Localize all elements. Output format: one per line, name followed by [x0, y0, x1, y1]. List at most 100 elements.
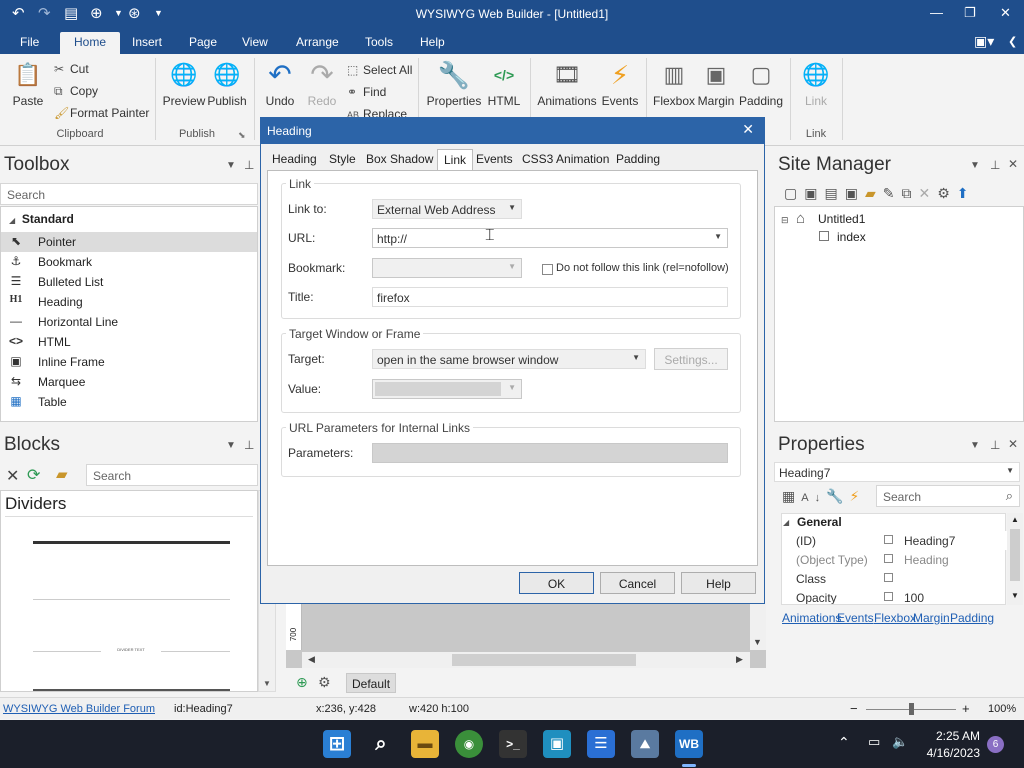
animations-button[interactable]: 🎞 Animations: [536, 58, 598, 108]
page-tab-default[interactable]: Default: [346, 673, 397, 693]
dialog-title-bar[interactable]: Heading: [261, 118, 764, 144]
divider-sample-bottom[interactable]: [33, 689, 230, 691]
canvas-vscrollbar[interactable]: ▼: [750, 604, 766, 650]
events-lightning-icon[interactable]: ⚡: [850, 488, 866, 504]
categorized-icon[interactable]: ▦: [782, 488, 801, 504]
parameters-input[interactable]: [372, 443, 728, 463]
menu-tools[interactable]: Tools: [365, 35, 393, 49]
toolbox-item-heading[interactable]: H1 Heading: [1, 292, 257, 312]
cut-button[interactable]: ✂ Cut: [54, 62, 89, 76]
property-row-object-type[interactable]: (Object Type) Heading: [794, 550, 1009, 569]
tray-chevron-icon[interactable]: ⌃: [838, 734, 850, 751]
ok-button[interactable]: OK: [519, 572, 594, 594]
toolbox-item-inline-frame[interactable]: ▣ Inline Frame: [1, 352, 257, 372]
notepad-icon[interactable]: ☰: [587, 730, 615, 758]
chrome-icon[interactable]: ◉: [455, 730, 483, 758]
new-page-icon[interactable]: ▢: [784, 185, 804, 201]
bookmark-select[interactable]: ▼: [372, 258, 522, 278]
tab-events[interactable]: Events: [476, 152, 513, 166]
toolbox-item-pointer[interactable]: ⬉ Pointer: [1, 232, 257, 252]
page-properties-icon[interactable]: ▣: [845, 185, 865, 201]
close-button[interactable]: ✕: [1000, 5, 1011, 21]
toolbox-item-horizontal-line[interactable]: — Horizontal Line: [1, 312, 257, 332]
scroll-thumb[interactable]: [1010, 529, 1020, 581]
find-button[interactable]: ⚭ Find: [347, 85, 386, 99]
canvas-hscrollbar[interactable]: ◀ ▶: [302, 652, 750, 668]
zoom-out-icon[interactable]: −: [850, 701, 858, 716]
scroll-down-icon[interactable]: ▼: [1011, 591, 1019, 600]
divider-sample-thin[interactable]: [33, 599, 230, 600]
file-explorer-icon[interactable]: ▬: [411, 730, 439, 758]
search-icon[interactable]: ⌕: [367, 730, 395, 758]
menu-home[interactable]: Home: [60, 32, 121, 54]
tree-collapse-icon[interactable]: ⊟: [781, 215, 789, 226]
refresh-icon[interactable]: ⟳: [27, 465, 40, 485]
margin-button[interactable]: ▣ Margin: [696, 58, 736, 108]
zoom-slider[interactable]: [866, 703, 956, 715]
settings-button[interactable]: Settings...: [654, 348, 728, 370]
properties-toolbar[interactable]: ▦A↓🔧⚡: [782, 488, 865, 505]
properties-close-icon[interactable]: ✕: [1008, 437, 1018, 451]
link-margin[interactable]: Margin: [913, 611, 950, 625]
toolbox-category[interactable]: ◢ Standard: [9, 212, 74, 226]
edit-icon[interactable]: ✎: [883, 185, 902, 201]
folder-icon[interactable]: ▰: [56, 465, 68, 483]
toolbox-menu-icon[interactable]: ▼: [226, 160, 236, 171]
clock-time[interactable]: 2:25 AM: [926, 729, 980, 743]
blocks-search-input[interactable]: Search: [86, 464, 258, 486]
image-viewer-icon[interactable]: ⛰: [631, 730, 659, 758]
target-select[interactable]: open in the same browser window ▼: [372, 349, 646, 369]
duplicate-icon[interactable]: ⧉: [901, 185, 918, 201]
ribbon-collapse-icon[interactable]: ❮: [1008, 35, 1017, 48]
nofollow-checkbox[interactable]: [542, 264, 553, 275]
properties-wrench-icon[interactable]: 🔧: [826, 488, 849, 504]
cancel-button[interactable]: Cancel: [600, 572, 675, 594]
properties-menu-icon[interactable]: ▼: [970, 440, 980, 451]
toolbox-item-marquee[interactable]: ⇆ Marquee: [1, 372, 257, 392]
zoom-in-icon[interactable]: +: [962, 701, 970, 716]
tab-css3-animation[interactable]: CSS3 Animation: [522, 152, 609, 166]
toolbox-item-bookmark[interactable]: ⚓ Bookmark: [1, 252, 257, 272]
property-row-id[interactable]: (ID) Heading7: [794, 531, 1009, 550]
link-animations[interactable]: Animations: [782, 611, 841, 625]
notification-badge[interactable]: 6: [987, 736, 1004, 753]
volume-icon[interactable]: 🔈: [892, 734, 908, 750]
property-row-class[interactable]: Class: [794, 569, 1009, 588]
move-up-icon[interactable]: ⬆: [957, 185, 976, 201]
site-manager-close-icon[interactable]: ✕: [1008, 157, 1018, 171]
menu-view[interactable]: View: [242, 35, 268, 49]
publish-options-icon[interactable]: ⬊: [238, 130, 246, 141]
layout-menu-icon[interactable]: ▣▾: [974, 33, 994, 50]
events-button[interactable]: ⚡ Events: [600, 58, 640, 108]
new-folder-page-icon[interactable]: ▣: [804, 185, 824, 201]
wysiwyg-app-icon[interactable]: WB: [675, 730, 703, 758]
redo-button[interactable]: ↷ Redo: [302, 58, 342, 108]
blocks-pin-icon[interactable]: ⊥: [244, 438, 254, 452]
site-manager-toolbar[interactable]: ▢▣▤▣▰✎⧉✕⚙⬆: [784, 185, 975, 202]
scroll-thumb[interactable]: [452, 654, 636, 666]
link-to-select[interactable]: External Web Address ▼: [372, 199, 522, 219]
site-manager-pin-icon[interactable]: ⊥: [990, 158, 1000, 172]
minimize-button[interactable]: —: [930, 5, 943, 20]
page-settings-icon[interactable]: ⚙: [318, 674, 331, 691]
terminal-icon[interactable]: >_: [499, 730, 527, 758]
undo-button[interactable]: ↶ Undo: [260, 58, 300, 108]
delete-block-icon[interactable]: ✕: [6, 466, 19, 486]
toolbox-item-html[interactable]: <> HTML: [1, 332, 257, 352]
tab-style[interactable]: Style: [329, 152, 356, 166]
toolbox-pin-icon[interactable]: ⊥: [244, 158, 254, 172]
tab-box-shadow[interactable]: Box Shadow: [366, 152, 433, 166]
tab-padding[interactable]: Padding: [616, 152, 660, 166]
toolbox-item-bulleted-list[interactable]: ☰ Bulleted List: [1, 272, 257, 292]
properties-button[interactable]: 🔧 Properties: [425, 58, 483, 108]
scroll-left-icon[interactable]: ◀: [308, 654, 315, 665]
properties-search-input[interactable]: Search ⌕: [876, 485, 1020, 507]
blocks-menu-icon[interactable]: ▼: [226, 440, 236, 451]
title-input[interactable]: firefox: [372, 287, 728, 307]
collapse-arrow-icon[interactable]: ◢: [783, 518, 789, 527]
select-all-button[interactable]: ⬚ Select All: [347, 63, 412, 77]
canvas-area[interactable]: 700 ▼ ◀ ▶: [286, 604, 766, 668]
tab-heading[interactable]: Heading: [272, 152, 317, 166]
maximize-button[interactable]: ❐: [964, 5, 976, 21]
link-padding[interactable]: Padding: [950, 611, 994, 625]
